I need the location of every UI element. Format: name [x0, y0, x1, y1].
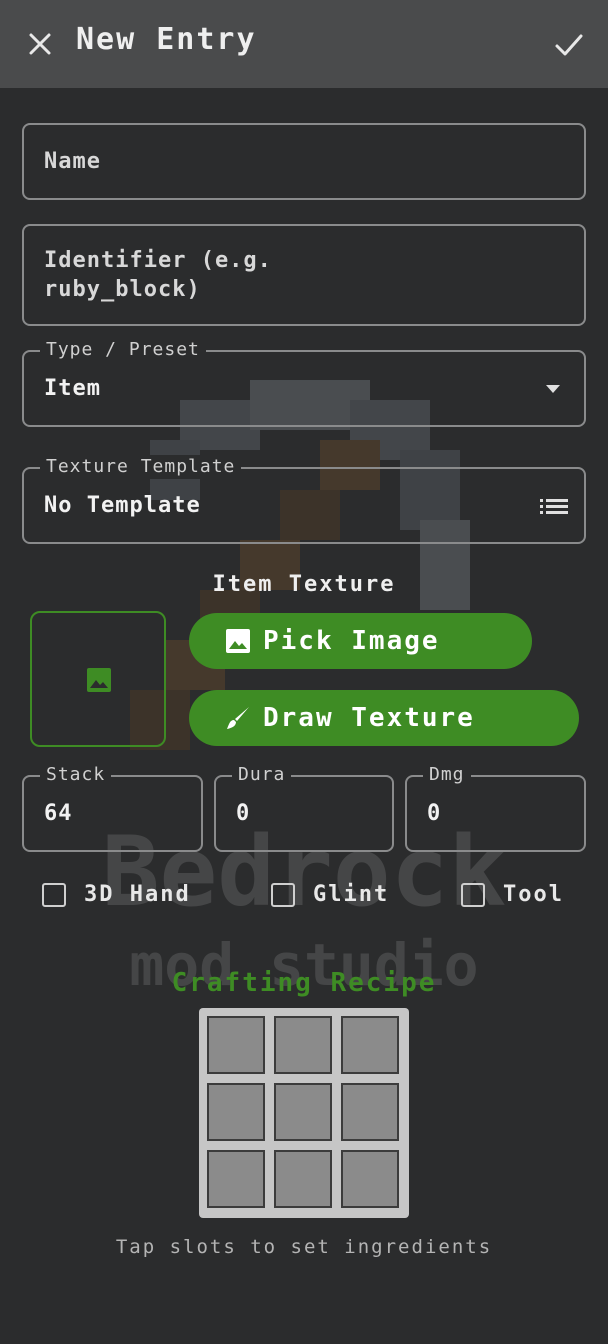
pick-image-label: Pick Image	[263, 626, 440, 656]
checkbox-tool-label: Tool	[503, 882, 564, 907]
type-select[interactable]: Type / Preset Item	[22, 338, 586, 427]
crafting-slot[interactable]	[274, 1083, 332, 1141]
type-label: Type / Preset	[40, 338, 206, 362]
damage-label: Dmg	[423, 763, 471, 787]
crafting-slot[interactable]	[341, 1150, 399, 1208]
identifier-input[interactable]: Identifier (e.g. ruby_block)	[22, 224, 586, 326]
crafting-slot[interactable]	[341, 1083, 399, 1141]
texture-template-value: No Template	[44, 493, 201, 518]
crafting-slot[interactable]	[341, 1016, 399, 1074]
checkbox-box[interactable]	[42, 882, 66, 907]
checkbox-glint-label: Glint	[313, 882, 390, 907]
identifier-placeholder-line2: ruby_block)	[44, 277, 201, 302]
checkbox-tool[interactable]: Tool	[461, 882, 564, 907]
checkbox-box[interactable]	[271, 882, 295, 907]
crafting-slot[interactable]	[207, 1150, 265, 1208]
damage-input[interactable]: Dmg 0	[405, 763, 586, 852]
draw-texture-label: Draw Texture	[263, 703, 475, 733]
stack-value: 64	[44, 801, 73, 826]
crafting-recipe-title: Crafting Recipe	[171, 968, 437, 998]
name-input[interactable]: Name	[22, 123, 586, 200]
durability-input[interactable]: Dura 0	[214, 763, 394, 852]
recipe-hint: Tap slots to set ingredients	[115, 1236, 493, 1258]
crafting-grid	[199, 1008, 409, 1218]
type-value: Item	[44, 376, 101, 401]
crafting-slot[interactable]	[274, 1016, 332, 1074]
page-title: New Entry	[76, 22, 257, 57]
stack-input[interactable]: Stack 64	[22, 763, 203, 852]
texture-template-select[interactable]: Texture Template No Template	[22, 455, 586, 544]
dropdown-arrow-icon	[546, 385, 560, 393]
pick-image-button[interactable]: Pick Image	[189, 613, 532, 669]
image-icon	[87, 668, 111, 692]
item-texture-title: Item Texture	[212, 572, 396, 597]
stack-label: Stack	[40, 763, 112, 787]
app-bar: New Entry	[0, 0, 608, 88]
list-icon[interactable]	[540, 498, 568, 516]
texture-template-label: Texture Template	[40, 455, 242, 479]
image-icon	[226, 629, 250, 653]
crafting-slot[interactable]	[274, 1150, 332, 1208]
durability-value: 0	[236, 801, 251, 826]
draw-texture-button[interactable]: Draw Texture	[189, 690, 579, 746]
checkbox-3d-hand-label: 3D Hand	[84, 882, 191, 907]
check-icon[interactable]	[552, 28, 586, 62]
checkbox-box[interactable]	[461, 882, 485, 907]
name-placeholder: Name	[44, 149, 101, 174]
close-icon[interactable]	[24, 28, 56, 60]
checkbox-3d-hand[interactable]: 3D Hand	[42, 882, 191, 907]
texture-preview[interactable]	[30, 611, 166, 747]
crafting-slot[interactable]	[207, 1083, 265, 1141]
checkbox-glint[interactable]: Glint	[271, 882, 389, 907]
crafting-slot[interactable]	[207, 1016, 265, 1074]
brush-icon	[227, 707, 249, 729]
identifier-placeholder-line1: Identifier (e.g.	[44, 248, 272, 273]
damage-value: 0	[427, 801, 442, 826]
durability-label: Dura	[232, 763, 292, 787]
